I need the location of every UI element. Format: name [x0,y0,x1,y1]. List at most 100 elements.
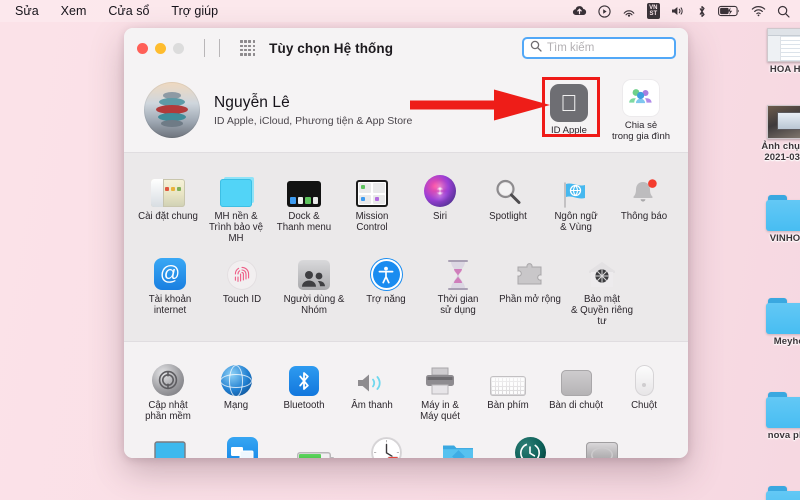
desktop-item-document[interactable]: HOA HỒ [752,28,800,75]
accessibility-icon [370,259,402,290]
pref-item-label: Người dùng & Nhóm [283,294,345,316]
folder-icon [766,195,800,231]
show-all-grid-icon[interactable] [240,40,256,56]
pref-item-battery[interactable]: Pin [280,428,348,458]
pref-item-screen-time[interactable]: Thời gian sử dụng [424,250,492,327]
pref-item-dock-menubar[interactable]: Dock & Thanh menu [272,167,336,244]
pref-item-keyboard[interactable]: Bàn phím [476,356,540,422]
desktop-item-folder-vinhom[interactable]: VINHOM [752,195,800,244]
preferences-section-primary: Cài đặt chung MH nền & Trình bảo vệ MH D… [124,152,688,341]
pref-item-sound[interactable]: Âm thanh [340,356,404,422]
pref-item-label: Bảo mật & Quyền riêng tư [571,294,633,327]
spotlight-search-icon[interactable] [777,5,790,18]
menu-item-cuaso[interactable]: Cửa sổ [97,0,160,22]
pref-item-label: Phần mở rộng [499,294,561,305]
pref-item-general[interactable]: Cài đặt chung [136,167,200,244]
battery-icon [297,452,334,458]
language-region-icon [559,181,593,208]
dock-menubar-icon [287,181,321,207]
pref-item-label: Bàn phím [487,400,529,411]
pref-item-label: Trợ năng [366,294,406,305]
user-avatar[interactable] [144,82,200,138]
airdrop-icon[interactable] [622,5,636,17]
pref-item-touch-id[interactable]: Touch ID [208,250,276,327]
input-source-badge[interactable]: VN ST [646,3,660,19]
pref-item-internet-accounts[interactable]: @ Tài khoản internet [136,250,204,327]
desktop-item-folder-partial[interactable] [752,486,800,500]
sound-icon [355,370,389,396]
pref-item-desktop-screensaver[interactable]: MH nền & Trình bảo vệ MH [204,167,268,244]
forward-button[interactable] [219,39,220,57]
pref-item-date-time[interactable]: 17 Ngày & Giờ [352,428,420,458]
close-button[interactable] [137,42,148,54]
cloud-upload-icon[interactable] [572,5,587,17]
desktop-item-label: Ảnh chụp M 2021-03...0 [761,141,800,163]
pref-item-spotlight[interactable]: Spotlight [476,167,540,244]
desktop-item-folder-nova[interactable]: nova pha [752,392,800,441]
pref-item-sidecar[interactable]: Sidecar [208,428,276,458]
preferences-row: Màn hình Sidecar Pin [124,428,688,458]
pref-item-label: Âm thanh [351,400,393,411]
startup-disk-icon [586,442,618,458]
trackpad-icon [560,370,592,396]
folder-icon [766,486,800,500]
pref-item-startup-disk[interactable]: Ổ đĩa Khởi động [568,428,636,458]
pref-item-notifications[interactable]: Thông báo [612,167,676,244]
red-highlight-box [542,77,600,137]
volume-icon[interactable] [671,5,686,17]
battery-charging-icon[interactable] [718,5,740,17]
pref-item-mission-control[interactable]: Mission Control [340,167,404,244]
pref-item-printers-scanners[interactable]: Máy in & Máy quét [408,356,472,422]
pref-item-security-privacy[interactable]: Bảo mật & Quyền riêng tư [568,250,636,327]
apple-account-row[interactable]: Nguyễn Lê ID Apple, iCloud, Phương tiện … [124,68,688,152]
pref-item-language-region[interactable]: Ngôn ngữ & Vùng [544,167,608,244]
pref-item-displays[interactable]: Màn hình [136,428,204,458]
minimize-button[interactable] [155,42,166,54]
search-input[interactable]: Tìm kiếm [522,37,676,59]
bluetooth-icon[interactable] [697,5,707,18]
pref-item-accessibility[interactable]: Trợ năng [352,250,420,327]
pref-item-label: Mission Control [355,211,389,233]
pref-item-siri[interactable]: Siri [408,167,472,244]
extensions-icon [514,262,546,290]
folder-icon [766,392,800,428]
back-button[interactable] [204,39,205,57]
window-controls [137,42,184,54]
pref-item-mouse[interactable]: Chuột [612,356,676,422]
pref-item-trackpad[interactable]: Bàn di chuột [544,356,608,422]
account-subtitle: ID Apple, iCloud, Phương tiện & App Stor… [214,114,413,127]
pref-item-sharing[interactable]: Chia sẻ [424,428,492,458]
menu-bar: Sửa Xem Cửa sổ Trợ giúp VN ST [0,0,800,22]
desktop-item-folder-meyho[interactable]: Meyho [752,298,800,347]
mission-control-icon [356,180,388,207]
menu-item-trogiup[interactable]: Trợ giúp [160,0,229,22]
notifications-bell-icon [629,177,659,207]
pref-item-users-groups[interactable]: Người dùng & Nhóm [280,250,348,327]
printers-scanners-icon [423,366,457,396]
search-placeholder: Tìm kiếm [547,42,595,54]
pref-tile-label: Chia sẻ trong gia đình [611,119,671,142]
desktop-item-label: HOA HỒ [769,64,800,75]
pref-tile-family-sharing[interactable]: Chia sẻ trong gia đình [610,78,672,142]
pref-item-label: Bluetooth [283,400,325,411]
mouse-icon [634,365,654,396]
screenshot-thumbnail [767,105,800,139]
pref-item-software-update[interactable]: Cập nhật phần mềm [136,356,200,422]
pref-item-extensions[interactable]: Phần mở rộng [496,250,564,327]
navigation-buttons [204,39,220,57]
displays-icon [153,440,187,458]
system-preferences-window: Tùy chọn Hệ thống Tìm kiếm Nguyễn Lê ID … [124,28,688,458]
internet-accounts-icon: @ [154,258,186,290]
sidecar-icon [226,437,258,458]
menu-item-sua[interactable]: Sửa [4,0,50,22]
pref-item-label: Thông báo [620,211,668,222]
pref-item-label: Cài đặt chung [138,211,198,222]
pref-item-time-machine[interactable]: Time Machine [496,428,564,458]
pref-item-network[interactable]: Mạng [204,356,268,422]
pref-item-bluetooth[interactable]: Bluetooth [272,356,336,422]
play-circle-icon[interactable] [598,4,611,18]
menu-item-xem[interactable]: Xem [50,0,98,22]
desktop-item-screenshot[interactable]: Ảnh chụp M 2021-03...0 [752,105,800,163]
wifi-icon[interactable] [751,5,766,17]
pref-item-label: Mạng [223,400,249,411]
